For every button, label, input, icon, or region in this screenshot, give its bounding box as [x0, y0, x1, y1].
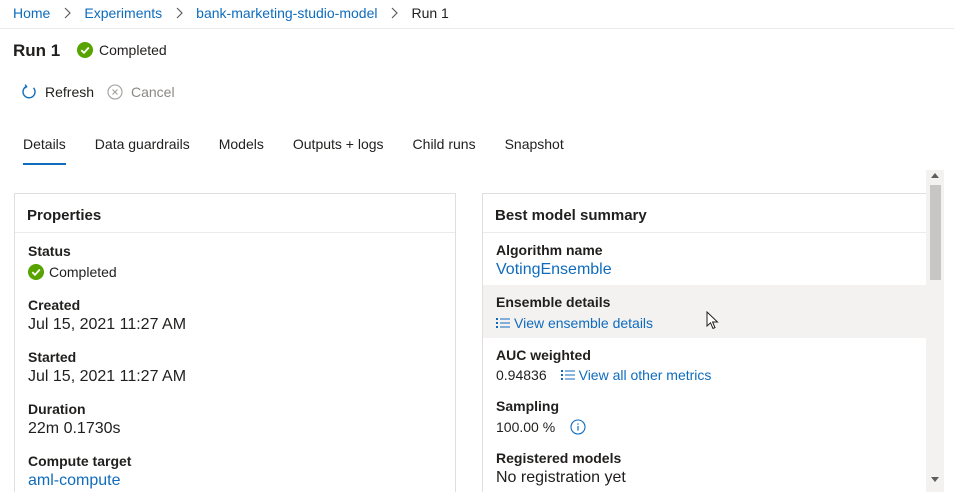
view-ensemble-label: View ensemble details: [514, 315, 654, 331]
breadcrumb: Home Experiments bank-marketing-studio-m…: [13, 0, 449, 26]
scroll-up-arrow-icon[interactable]: [931, 173, 939, 178]
breadcrumb-home[interactable]: Home: [13, 5, 50, 21]
ensemble-label: Ensemble details: [496, 294, 611, 310]
cancel-label: Cancel: [131, 84, 175, 100]
tab-outputs-logs[interactable]: Outputs + logs: [293, 136, 384, 166]
algorithm-link[interactable]: VotingEnsemble: [496, 261, 612, 279]
compute-target-label: Compute target: [28, 453, 132, 469]
tab-data-guardrails[interactable]: Data guardrails: [95, 136, 190, 166]
close-circle-icon: [107, 84, 123, 100]
chevron-right-icon: [162, 7, 196, 19]
best-model-card: Best model summary Algorithm name Voting…: [482, 193, 927, 492]
sampling-value: 100.00 %: [496, 419, 556, 435]
vertical-scrollbar[interactable]: [926, 170, 944, 492]
best-model-title: Best model summary: [495, 207, 647, 224]
mouse-cursor-icon: [706, 310, 720, 336]
started-value: Jul 15, 2021 11:27 AM: [28, 368, 187, 385]
status-value: Completed: [49, 264, 117, 280]
compute-target-link[interactable]: aml-compute: [28, 472, 120, 490]
chevron-right-icon: [50, 7, 84, 19]
list-icon: [496, 317, 510, 329]
auc-row: 0.94836 View all other metrics: [496, 367, 711, 383]
page-title: Run 1: [13, 41, 61, 60]
auc-value: 0.94836: [496, 367, 547, 383]
started-label: Started: [28, 349, 77, 365]
view-metrics-link[interactable]: View all other metrics: [560, 367, 712, 383]
cancel-button[interactable]: Cancel: [107, 82, 175, 102]
status-value-row: Completed: [28, 264, 117, 280]
auc-label: AUC weighted: [496, 347, 591, 363]
registered-models-label: Registered models: [496, 450, 622, 466]
list-icon: [560, 369, 575, 381]
sampling-row: 100.00 %: [496, 419, 586, 435]
refresh-button[interactable]: Refresh: [21, 82, 94, 102]
tab-bar: Details Data guardrails Models Outputs +…: [23, 136, 593, 166]
duration-label: Duration: [28, 401, 86, 417]
registered-models-value: No registration yet: [496, 469, 626, 486]
tab-details[interactable]: Details: [23, 136, 66, 166]
created-value: Jul 15, 2021 11:27 AM: [28, 316, 187, 333]
check-circle-icon: [77, 42, 93, 58]
header-divider: [0, 28, 954, 29]
created-label: Created: [28, 297, 81, 313]
tab-snapshot[interactable]: Snapshot: [505, 136, 564, 166]
refresh-icon: [21, 84, 37, 100]
chevron-right-icon: [377, 7, 411, 19]
view-ensemble-link[interactable]: View ensemble details: [496, 315, 653, 331]
scroll-thumb[interactable]: [930, 185, 941, 280]
properties-title: Properties: [27, 207, 102, 224]
tab-models[interactable]: Models: [219, 136, 264, 166]
status-label: Status: [28, 243, 71, 259]
breadcrumb-current: Run 1: [411, 5, 449, 21]
status-badge: Completed: [77, 42, 167, 58]
sampling-label: Sampling: [496, 398, 560, 414]
view-metrics-label: View all other metrics: [578, 367, 712, 383]
properties-card: Properties Status Completed Created Jul …: [14, 193, 456, 492]
algorithm-label: Algorithm name: [496, 242, 603, 258]
breadcrumb-experiment[interactable]: bank-marketing-studio-model: [196, 5, 377, 21]
breadcrumb-experiments[interactable]: Experiments: [84, 5, 162, 21]
refresh-label: Refresh: [45, 84, 95, 100]
card-divider: [483, 232, 926, 233]
tab-child-runs[interactable]: Child runs: [413, 136, 476, 166]
info-icon[interactable]: [570, 419, 586, 435]
card-divider: [15, 232, 455, 233]
check-circle-icon: [28, 264, 44, 280]
status-text: Completed: [99, 42, 167, 58]
duration-value: 22m 0.1730s: [28, 420, 121, 437]
scroll-down-arrow-icon[interactable]: [931, 477, 939, 482]
